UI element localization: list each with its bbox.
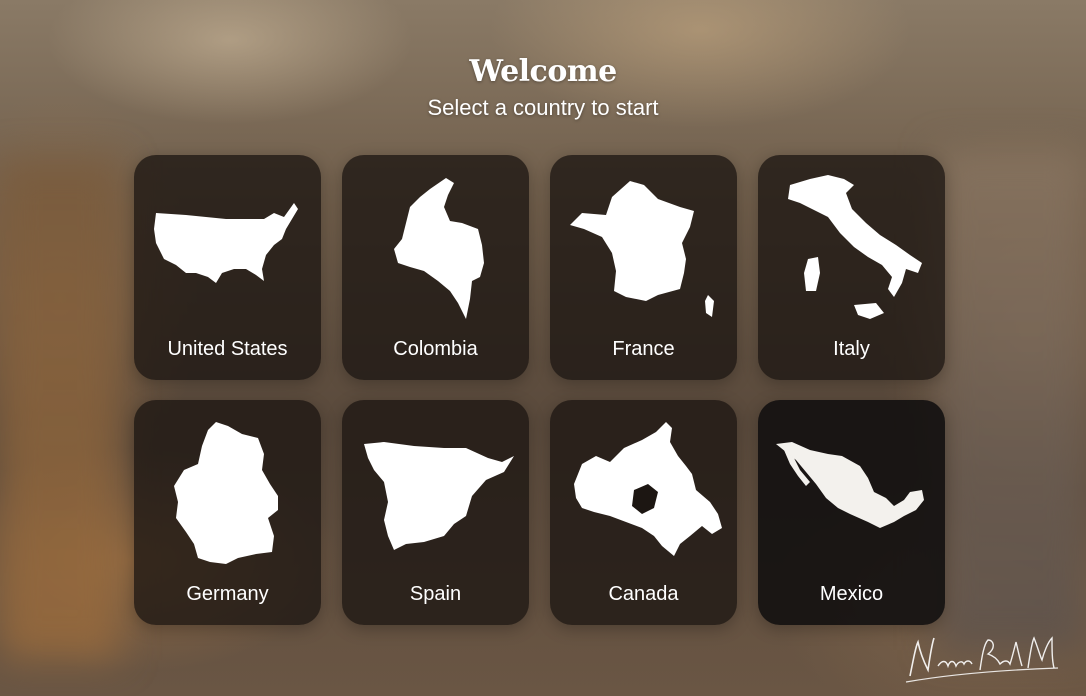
country-grid: United States Colombia France Italy Germ… [134,155,945,625]
country-card-colombia[interactable]: Colombia [342,155,529,380]
page-subtitle: Select a country to start [427,95,659,120]
page-title: Welcome [469,54,617,89]
country-label: Germany [186,583,269,605]
mexico-map-icon [770,418,933,570]
usa-map-icon [146,173,309,325]
country-label: Colombia [393,338,478,360]
country-card-germany[interactable]: Germany [134,400,321,625]
country-card-united-states[interactable]: United States [134,155,321,380]
country-card-mexico[interactable]: Mexico [758,400,945,625]
germany-map-icon [146,418,309,570]
canada-map-icon [562,418,725,570]
italy-map-icon [770,173,933,325]
france-map-icon [562,173,725,325]
country-label: Mexico [819,583,884,605]
country-label: Canada [608,583,679,605]
country-card-canada[interactable]: Canada [550,400,737,625]
country-card-spain[interactable]: Spain [342,400,529,625]
country-label: Spain [409,583,462,605]
colombia-map-icon [354,173,517,325]
header: Welcome Select a country to start [0,54,1086,121]
spain-map-icon [354,418,517,570]
country-card-france[interactable]: France [550,155,737,380]
country-card-italy[interactable]: Italy [758,155,945,380]
country-label: Italy [833,338,870,360]
country-label: France [612,338,675,360]
author-signature [902,626,1062,686]
country-label: United States [167,338,288,360]
